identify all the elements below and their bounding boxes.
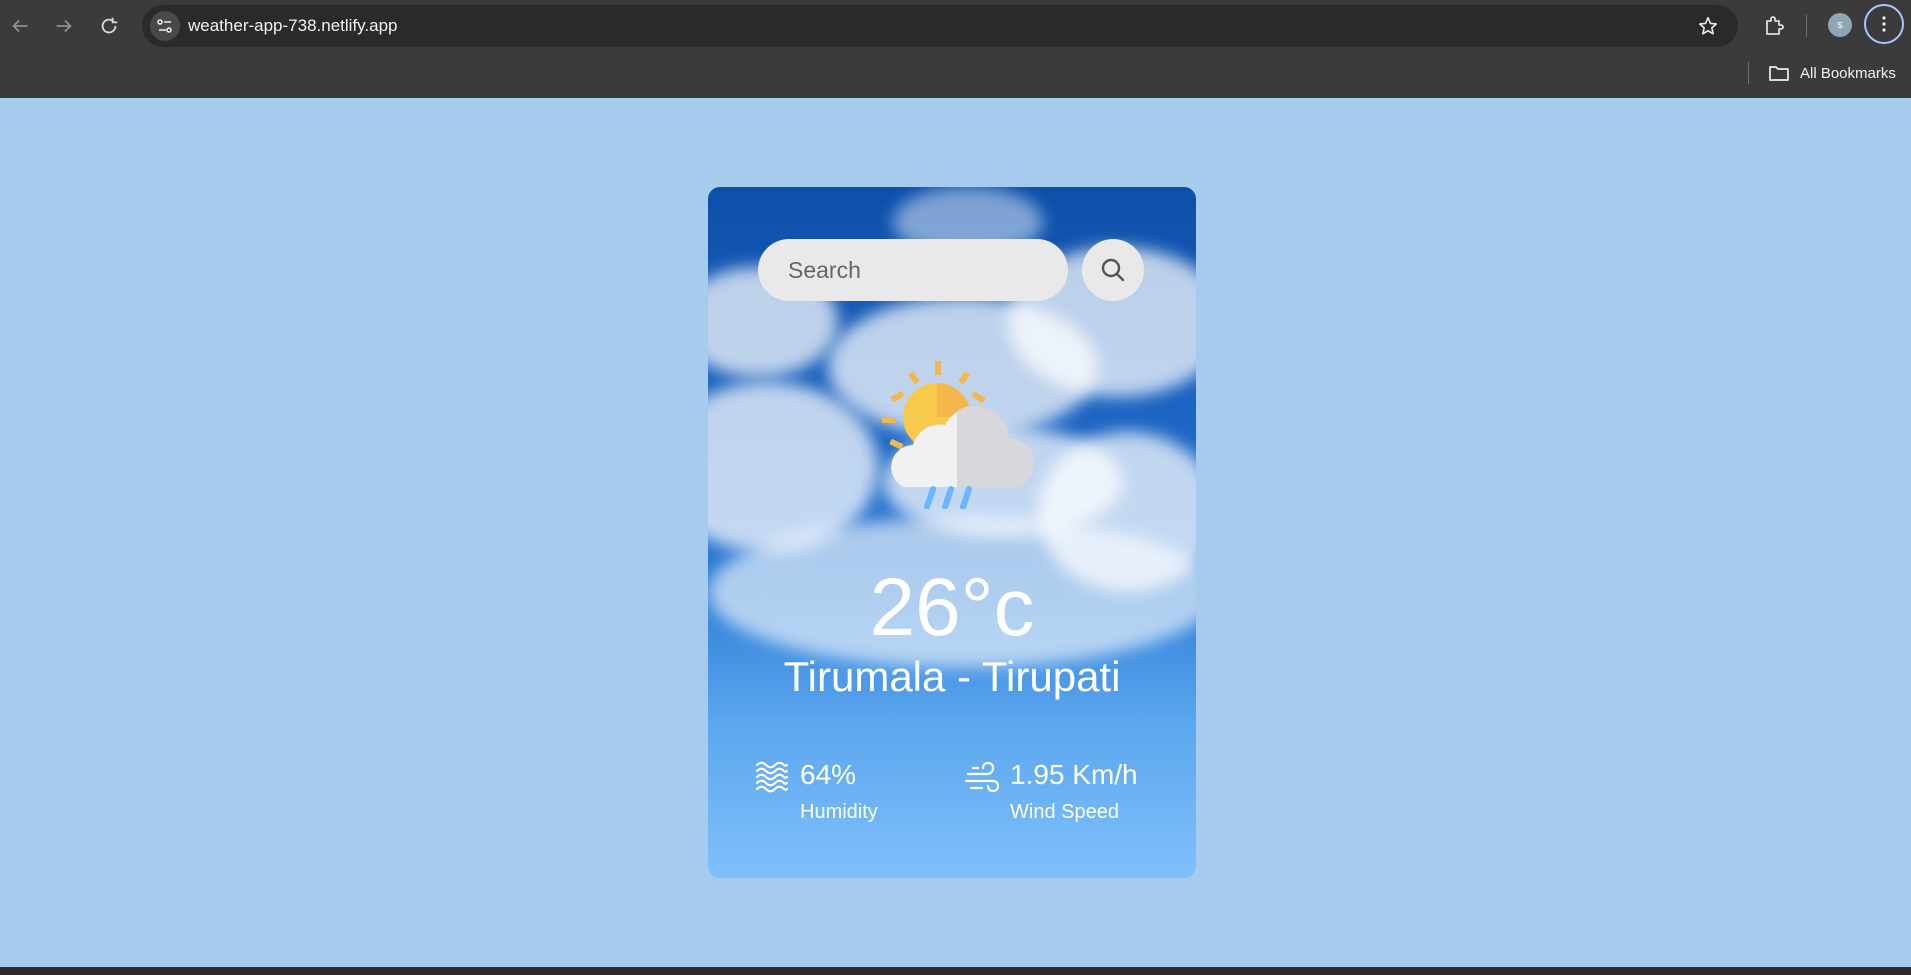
humidity-label: Humidity [800,801,878,823]
sun-cloud-rain-icon [882,361,1033,509]
weather-card: 26°c Tirumala - Tirupati 64% Humidity 1.… [708,187,1196,878]
site-info-button[interactable] [150,11,180,41]
forward-button[interactable] [51,13,77,39]
arrow-left-icon [12,19,28,33]
profile-avatar[interactable]: s [1828,13,1852,37]
wind-icon [964,761,1000,793]
humidity-value: 64% [800,759,857,790]
toolbar-divider [1806,15,1807,37]
extensions-button[interactable] [1760,12,1788,40]
site-info-icon [157,19,172,33]
all-bookmarks-button[interactable]: All Bookmarks [1768,62,1896,84]
search-input[interactable] [758,239,1068,301]
reload-icon [101,17,118,34]
bookmarks-bar [0,53,1911,98]
wind-speed-label: Wind Speed [1010,801,1119,823]
wind-speed-value: 1.95 Km/h [1010,759,1138,790]
more-vertical-icon [1882,16,1886,32]
browser-menu-button[interactable] [1864,4,1904,44]
all-bookmarks-label: All Bookmarks [1800,64,1896,82]
address-bar[interactable]: weather-app-738.netlify.app [142,5,1738,47]
bookmark-star-button[interactable] [1696,14,1720,38]
humidity-waves-icon [755,761,789,793]
search-icon [1101,258,1125,282]
star-icon [1698,16,1718,35]
taskbar-strip [0,967,1911,975]
bookmarks-divider [1748,62,1749,84]
browser-toolbar: weather-app-738.netlify.app s [0,0,1911,53]
folder-icon [1769,66,1789,81]
back-button[interactable] [7,13,33,39]
temperature-value: 26°c [869,562,1035,653]
reload-button[interactable] [96,13,122,39]
search-button[interactable] [1082,239,1144,301]
puzzle-icon [1766,16,1784,35]
url-text[interactable]: weather-app-738.netlify.app [188,16,398,36]
rain-drops [924,486,972,509]
city-name: Tirumala - Tirupati [783,653,1121,700]
arrow-right-icon [56,19,72,33]
